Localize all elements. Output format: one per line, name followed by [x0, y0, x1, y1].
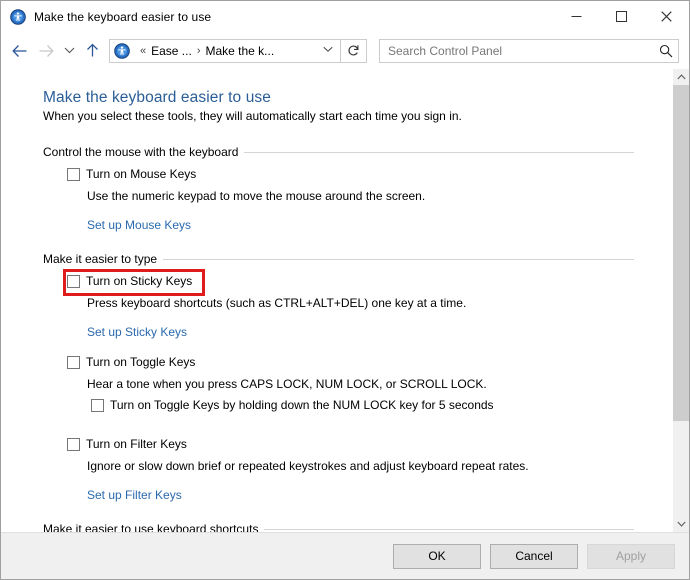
section-header-label: Make it easier to use keyboard shortcuts: [43, 522, 264, 532]
magnifier-icon: [659, 44, 673, 58]
toggle-keys-numlock-row[interactable]: Turn on Toggle Keys by holding down the …: [43, 398, 672, 413]
window-controls: [554, 1, 689, 32]
control-panel-window: Make the keyboard easier to use: [0, 0, 690, 580]
close-button[interactable]: [644, 1, 689, 32]
scroll-up-icon: [677, 74, 686, 80]
section-easier-to-type: Make it easier to type Turn on Sticky Ke…: [43, 252, 672, 518]
scroll-up-button[interactable]: [673, 69, 689, 85]
up-button[interactable]: [79, 38, 105, 64]
ease-of-access-icon: [114, 43, 130, 59]
toggle-keys-row[interactable]: Turn on Toggle Keys: [43, 355, 672, 370]
checkbox-turn-on-filter-keys[interactable]: [67, 438, 80, 451]
link-set-up-mouse-keys[interactable]: Set up Mouse Keys: [43, 218, 191, 232]
scrollbar-thumb[interactable]: [673, 85, 689, 421]
recent-locations-button[interactable]: [59, 38, 79, 64]
scroll-down-button[interactable]: [673, 516, 689, 532]
navigation-bar: « Ease ... › Make the k...: [1, 32, 689, 69]
toggle-keys-description: Hear a tone when you press CAPS LOCK, NU…: [43, 376, 672, 392]
mouse-keys-description: Use the numeric keypad to move the mouse…: [43, 188, 672, 204]
forward-arrow-icon: [38, 44, 54, 58]
search-icon[interactable]: [654, 44, 678, 58]
link-set-up-sticky-keys[interactable]: Set up Sticky Keys: [43, 325, 187, 339]
chevron-down-icon: [64, 46, 75, 55]
spacer: [43, 415, 672, 421]
checkbox-turn-on-mouse-keys[interactable]: [67, 168, 80, 181]
breadcrumb-separator: ›: [197, 45, 201, 57]
checkbox-turn-on-toggle-keys[interactable]: [67, 356, 80, 369]
dialog-button-bar: OK Cancel Apply: [1, 532, 689, 579]
scroll-down-icon: [677, 521, 686, 527]
section-divider: [244, 152, 634, 153]
section-keyboard-shortcuts: Make it easier to use keyboard shortcuts: [43, 522, 672, 532]
settings-scroll-region: Make the keyboard easier to use When you…: [1, 69, 672, 532]
checkbox-label: Turn on Filter Keys: [86, 437, 187, 452]
link-set-up-filter-keys[interactable]: Set up Filter Keys: [43, 488, 182, 502]
sticky-keys-description: Press keyboard shortcuts (such as CTRL+A…: [43, 295, 672, 311]
search-box[interactable]: [379, 39, 679, 63]
checkbox-toggle-keys-numlock-hold[interactable]: [91, 399, 104, 412]
back-arrow-icon: [12, 44, 28, 58]
refresh-button[interactable]: [341, 39, 367, 63]
filter-keys-row[interactable]: Turn on Filter Keys: [43, 437, 672, 452]
content-area: Make the keyboard easier to use When you…: [1, 69, 689, 532]
forward-button[interactable]: [33, 38, 59, 64]
mouse-keys-row[interactable]: Turn on Mouse Keys: [43, 167, 672, 182]
title-bar: Make the keyboard easier to use: [1, 1, 689, 32]
section-header-label: Control the mouse with the keyboard: [43, 145, 244, 159]
breadcrumb-item-ease[interactable]: Ease ...: [151, 44, 192, 58]
section-divider: [264, 529, 634, 530]
address-bar[interactable]: « Ease ... › Make the k...: [109, 39, 341, 63]
section-header: Control the mouse with the keyboard: [43, 145, 672, 159]
section-header: Make it easier to use keyboard shortcuts: [43, 522, 672, 532]
scrollbar-track[interactable]: [673, 85, 689, 516]
minimize-icon: [571, 11, 582, 22]
maximize-icon: [616, 11, 627, 22]
cancel-button[interactable]: Cancel: [490, 544, 578, 569]
close-icon: [661, 11, 672, 22]
apply-button: Apply: [587, 544, 675, 569]
up-arrow-icon: [85, 43, 100, 58]
vertical-scrollbar[interactable]: [672, 69, 689, 532]
back-button[interactable]: [7, 38, 33, 64]
ok-button[interactable]: OK: [393, 544, 481, 569]
page-title: Make the keyboard easier to use: [43, 89, 672, 107]
breadcrumb-dropdown-icon[interactable]: [323, 46, 333, 55]
checkbox-label: Turn on Toggle Keys by holding down the …: [110, 398, 494, 413]
section-header-label: Make it easier to type: [43, 252, 163, 266]
sticky-keys-row[interactable]: Turn on Sticky Keys: [43, 274, 672, 289]
minimize-button[interactable]: [554, 1, 599, 32]
checkbox-label: Turn on Toggle Keys: [86, 355, 195, 370]
search-input[interactable]: [380, 43, 654, 59]
breadcrumb-item-current[interactable]: Make the k...: [205, 44, 274, 58]
maximize-button[interactable]: [599, 1, 644, 32]
checkbox-turn-on-sticky-keys[interactable]: [67, 275, 80, 288]
section-header: Make it easier to type: [43, 252, 672, 266]
page-subtitle: When you select these tools, they will a…: [43, 109, 672, 123]
ease-of-access-icon: [10, 9, 26, 25]
refresh-icon: [347, 44, 360, 57]
checkbox-label: Turn on Sticky Keys: [86, 274, 192, 289]
filter-keys-description: Ignore or slow down brief or repeated ke…: [43, 458, 672, 474]
checkbox-label: Turn on Mouse Keys: [86, 167, 196, 182]
section-divider: [163, 259, 634, 260]
chevron-down-icon: [323, 46, 333, 53]
window-title: Make the keyboard easier to use: [34, 10, 211, 24]
section-control-mouse: Control the mouse with the keyboard Turn…: [43, 145, 672, 248]
breadcrumb-overflow[interactable]: «: [140, 45, 146, 57]
